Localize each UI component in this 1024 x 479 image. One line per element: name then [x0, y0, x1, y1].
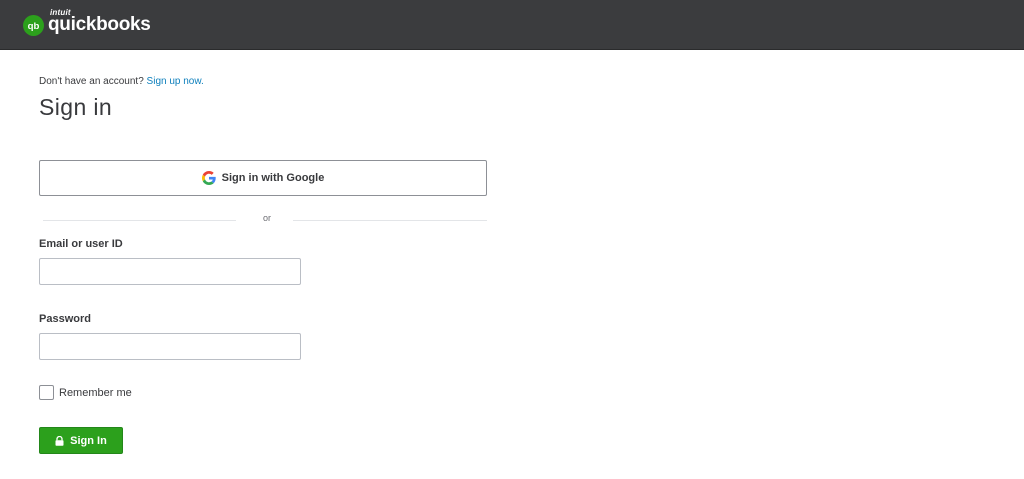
- google-signin-button[interactable]: Sign in with Google: [39, 160, 487, 196]
- quickbooks-logo[interactable]: qb intuit quickbooks: [23, 8, 151, 38]
- signup-link[interactable]: Sign up now.: [147, 76, 204, 87]
- email-input[interactable]: [39, 258, 301, 285]
- password-label: Password: [39, 313, 91, 325]
- page-title: Sign in: [39, 94, 113, 120]
- qb-logo-icon: qb: [23, 14, 44, 36]
- top-header: qb intuit quickbooks: [0, 0, 1024, 50]
- signup-prompt-text: Don't have an account?: [39, 76, 144, 87]
- google-g-icon: [201, 171, 216, 185]
- logo-intuit-text: intuit: [50, 8, 71, 17]
- signin-button-label: Sign In: [70, 434, 107, 447]
- logo-quickbooks-text: quickbooks: [48, 14, 151, 35]
- signin-button[interactable]: Sign In: [39, 427, 123, 454]
- lock-icon: [55, 435, 64, 446]
- remember-me-row: Remember me: [39, 385, 132, 400]
- divider-text: or: [262, 213, 271, 223]
- logo-wordmark: intuit quickbooks: [48, 8, 151, 38]
- email-label: Email or user ID: [39, 238, 123, 250]
- password-input[interactable]: [39, 333, 301, 360]
- remember-me-label[interactable]: Remember me: [59, 387, 132, 399]
- logo-mark-text: qb: [28, 21, 40, 32]
- remember-me-checkbox[interactable]: [39, 385, 54, 400]
- google-signin-label: Sign in with Google: [221, 172, 325, 184]
- signup-prompt: Don't have an account? Sign up now.: [39, 76, 204, 87]
- or-divider: or: [43, 213, 487, 227]
